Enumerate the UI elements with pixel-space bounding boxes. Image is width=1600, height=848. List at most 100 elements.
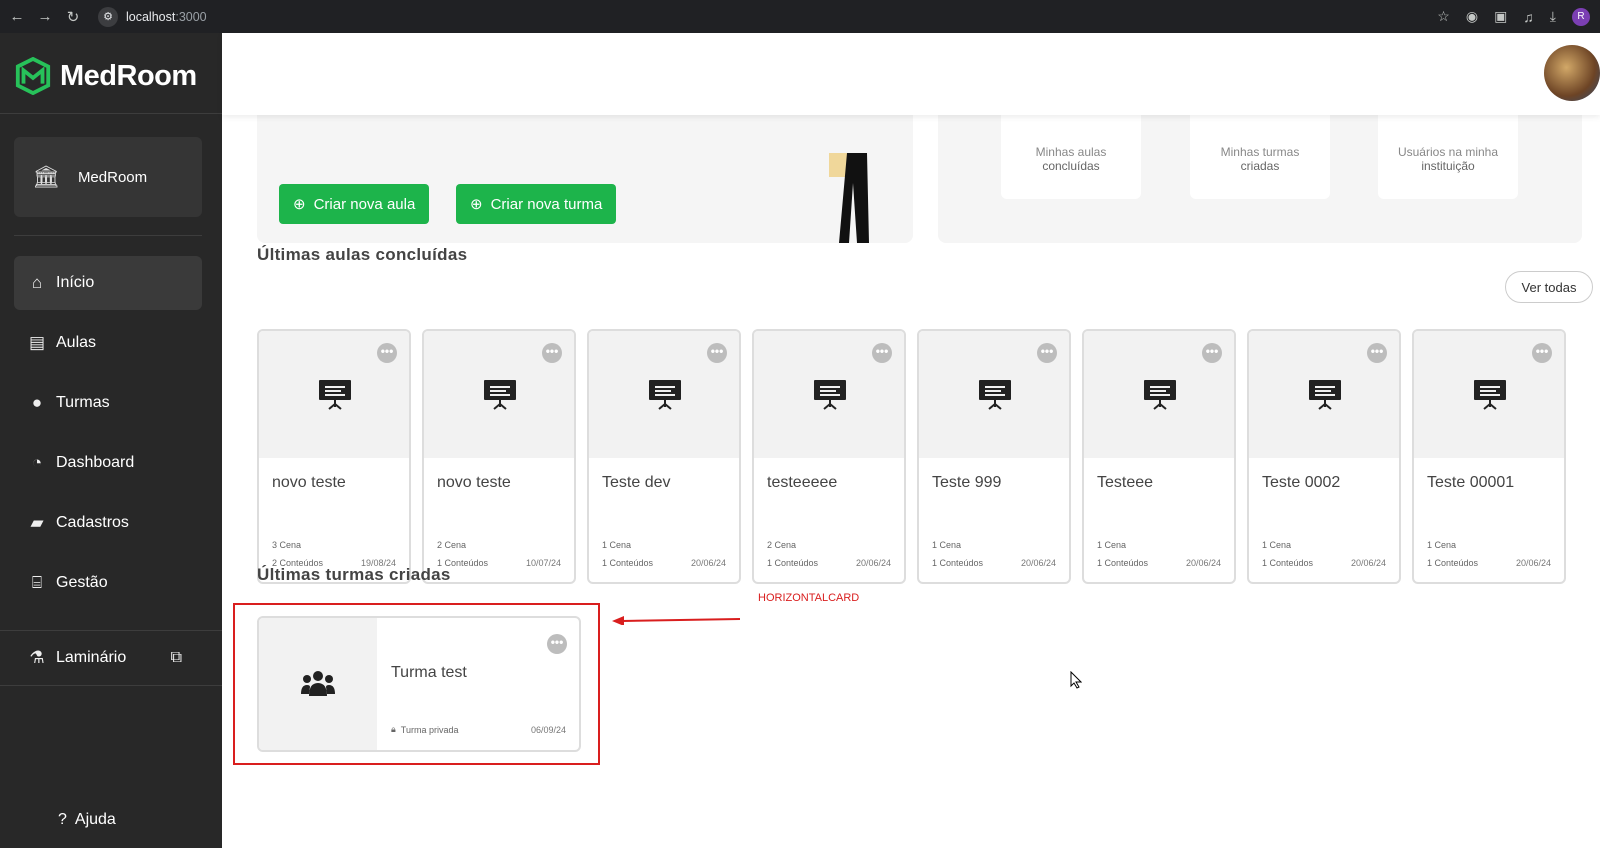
presentation-board-icon [649, 380, 681, 410]
class-card[interactable]: ••• Teste 00001 1 Cena 1 Conteúdos 20/06/24 [1412, 329, 1566, 584]
class-title: novo teste [272, 474, 346, 491]
card-thumbnail: ••• [919, 331, 1069, 458]
sidebar-item-turmas[interactable]: ● Turmas [14, 376, 202, 430]
class-date: 20/06/24 [1185, 558, 1221, 568]
user-avatar[interactable] [1544, 45, 1600, 101]
class-title: novo teste [437, 474, 511, 491]
external-link-icon: ⧉ [170, 649, 182, 666]
users-add-icon: ⊕ [470, 196, 483, 213]
institution-selector[interactable]: 🏛 MedRoom [14, 137, 202, 217]
scene-count: 1 Cena [602, 540, 632, 550]
institution-icon: ⌸ [31, 573, 43, 592]
briefcase-icon: ▰ [30, 513, 44, 532]
more-options-icon[interactable]: ••• [542, 343, 562, 363]
sidebar-item-inicio[interactable]: ⌂ Início [14, 256, 202, 310]
content-count: 1 Conteúdos [932, 558, 984, 568]
class-card[interactable]: ••• novo teste 3 Cena 2 Conteúdos 19/08/24 [257, 329, 411, 584]
divider [0, 113, 222, 114]
stats-panel: Minhas aulas concluídas Minhas turmas cr… [938, 93, 1582, 243]
class-card[interactable]: ••• testeeeee 2 Cena 1 Conteúdos 20/06/24 [752, 329, 906, 584]
presentation-board-icon [1144, 380, 1176, 410]
class-date: 10/07/24 [525, 558, 561, 568]
create-class-button[interactable]: ⊕ Criar nova aula [279, 184, 430, 224]
users-icon: ● [31, 393, 43, 412]
sidebar-item-gestao[interactable]: ⌸ Gestão [14, 556, 202, 610]
class-card[interactable]: ••• novo teste 2 Cena 1 Conteúdos 10/07/24 [422, 329, 576, 584]
sidebar-item-aulas[interactable]: ▤ Aulas [14, 316, 202, 370]
forward-icon[interactable]: → [34, 8, 56, 25]
class-card[interactable]: ••• Teste 0002 1 Cena 1 Conteúdos 20/06/24 [1247, 329, 1401, 584]
card-thumbnail: ••• [259, 331, 409, 458]
main-content: ⊕ Criar nova aula ⊕ Criar nova turma Min… [222, 33, 1600, 848]
class-card[interactable]: ••• Testeee 1 Cena 1 Conteúdos 20/06/24 [1082, 329, 1236, 584]
extension-icon[interactable]: ◉ [1466, 8, 1478, 25]
card-thumbnail: ••• [754, 331, 904, 458]
more-options-icon[interactable]: ••• [707, 343, 727, 363]
scene-count: 1 Cena [1262, 540, 1292, 550]
content-count: 1 Conteúdos [1097, 558, 1149, 568]
create-group-button[interactable]: ⊕ Criar nova turma [456, 184, 617, 224]
card-thumbnail: ••• [424, 331, 574, 458]
presentation-board-icon [979, 380, 1011, 410]
class-date: 20/06/24 [690, 558, 726, 568]
class-title: testeeeee [767, 474, 838, 491]
class-date: 20/06/24 [1350, 558, 1386, 568]
content-count: 1 Conteúdos [767, 558, 819, 568]
content-count: 1 Conteúdos [1427, 558, 1479, 568]
site-info-icon[interactable]: ⚙ [98, 6, 118, 27]
sidebar-item-cadastros[interactable]: ▰ Cadastros [14, 496, 202, 550]
scene-count: 1 Cena [1427, 540, 1457, 550]
back-icon[interactable]: ← [6, 8, 28, 25]
annotation-label: HORIZONTALCARD [758, 592, 860, 604]
puzzle-icon[interactable]: ▣ [1494, 8, 1507, 25]
help-link[interactable]: ? Ajuda [58, 811, 116, 829]
media-icon[interactable]: ♫ [1523, 9, 1534, 25]
presentation-board-icon [319, 380, 351, 410]
browser-toolbar: ← → ↻ ⚙ localhost:3000 ☆ ◉ ▣ ♫ ⤓ R [0, 0, 1600, 33]
class-card[interactable]: ••• Teste 999 1 Cena 1 Conteúdos 20/06/24 [917, 329, 1071, 584]
more-options-icon[interactable]: ••• [1367, 343, 1387, 363]
more-options-icon[interactable]: ••• [1532, 343, 1552, 363]
annotation-highlight-box [233, 603, 600, 765]
download-icon[interactable]: ⤓ [1550, 8, 1556, 25]
sidebar-item-laminario[interactable]: ⚗ Laminário ⧉ [14, 631, 202, 685]
profile-avatar[interactable]: R [1572, 7, 1590, 26]
presentation-add-icon: ⊕ [293, 196, 306, 213]
medroom-logo-icon [15, 57, 51, 95]
more-options-icon[interactable]: ••• [377, 343, 397, 363]
class-title: Teste dev [602, 474, 671, 491]
card-thumbnail: ••• [1414, 331, 1564, 458]
question-icon: ? [58, 811, 67, 828]
class-title: Teste 0002 [1262, 474, 1341, 491]
card-thumbnail: ••• [1084, 331, 1234, 458]
section-title-aulas: Últimas aulas concluídas [257, 245, 468, 264]
top-header [222, 33, 1600, 115]
sidebar-item-dashboard[interactable]: ◔ Dashboard [14, 436, 202, 490]
see-all-button[interactable]: Ver todas [1505, 271, 1593, 303]
microscope-icon: ⚗ [29, 648, 45, 667]
home-icon: ⌂ [31, 273, 43, 292]
card-thumbnail: ••• [589, 331, 739, 458]
class-title: Teste 999 [932, 474, 1002, 491]
more-options-icon[interactable]: ••• [1037, 343, 1057, 363]
annotation-arrow [612, 616, 741, 625]
presentation-board-icon [814, 380, 846, 410]
presentation-board-icon [1309, 380, 1341, 410]
scene-count: 3 Cena [272, 540, 302, 550]
brand-logo[interactable]: MedRoom [14, 57, 197, 95]
more-options-icon[interactable]: ••• [872, 343, 892, 363]
class-card[interactable]: ••• Teste dev 1 Cena 1 Conteúdos 20/06/24 [587, 329, 741, 584]
presentation-icon: ▤ [28, 333, 46, 352]
more-options-icon[interactable]: ••• [1202, 343, 1222, 363]
institution-icon: 🏛 [32, 164, 60, 189]
scene-count: 2 Cena [767, 540, 797, 550]
bookmark-star-icon[interactable]: ☆ [1437, 8, 1450, 25]
content-count: 1 Conteúdos [1262, 558, 1314, 568]
mouse-cursor-icon [1070, 671, 1082, 689]
card-thumbnail: ••• [1249, 331, 1399, 458]
reload-icon[interactable]: ↻ [62, 8, 84, 26]
pie-chart-icon: ◔ [31, 453, 43, 472]
sidebar: MedRoom 🏛 MedRoom ⌂ Início ▤ Aulas ● Tur… [0, 33, 222, 848]
address-bar[interactable]: localhost:3000 [126, 10, 207, 24]
presentation-board-icon [1474, 380, 1506, 410]
